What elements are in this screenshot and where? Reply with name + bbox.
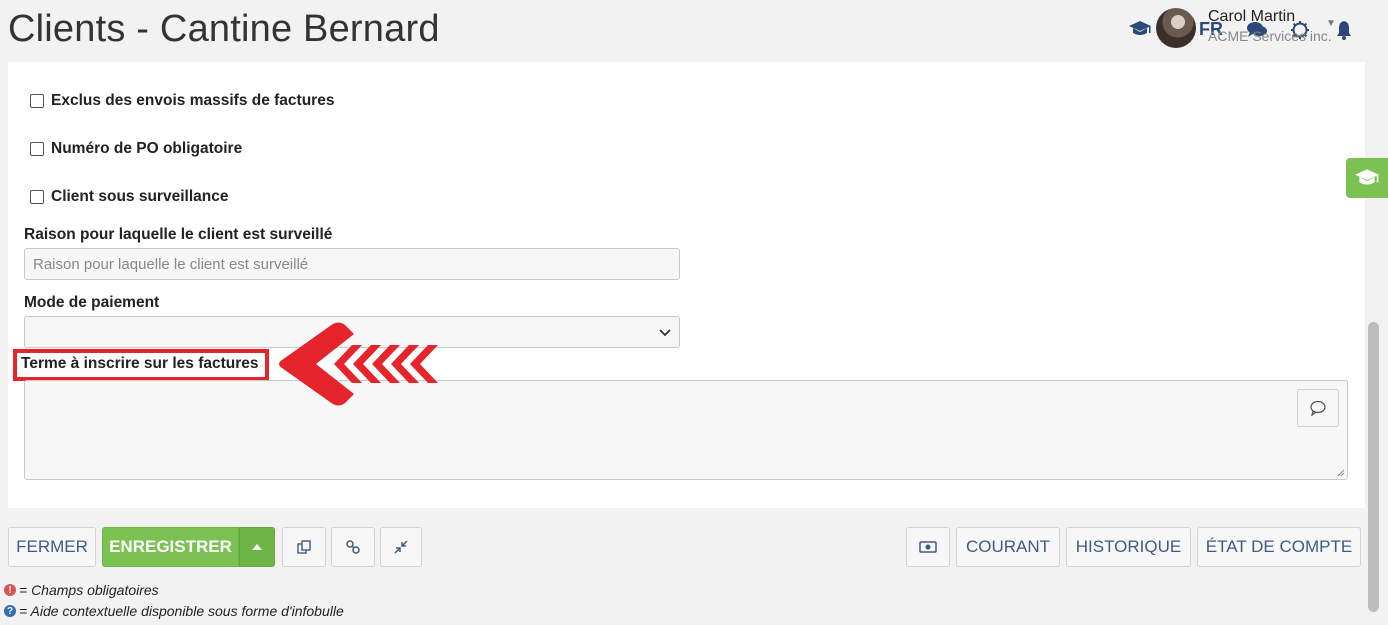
legend-required-text: = Champs obligatoires: [19, 582, 159, 598]
legend-help-text: = Aide contextuelle disponible sous form…: [19, 603, 344, 619]
legend-required: ! = Champs obligatoires: [4, 582, 159, 598]
checkbox[interactable]: [30, 190, 44, 204]
comment-icon: [1310, 400, 1326, 416]
required-icon: !: [4, 584, 16, 596]
link-icon: [346, 540, 360, 554]
checkbox-bulk-exclusion[interactable]: Exclus des envois massifs de factures: [30, 92, 334, 110]
statement-button[interactable]: ÉTAT DE COMPTE: [1197, 527, 1361, 567]
reason-input[interactable]: [24, 248, 680, 280]
form-panel: Exclus des envois massifs de factures Nu…: [8, 62, 1365, 508]
history-button[interactable]: HISTORIQUE: [1066, 527, 1191, 567]
graduation-cap-icon[interactable]: [1128, 20, 1152, 43]
checkbox[interactable]: [30, 142, 44, 156]
chevron-down-icon: [659, 326, 671, 340]
annotation-arrow-icon: [279, 322, 438, 406]
checkbox-po-required[interactable]: Numéro de PO obligatoire: [30, 140, 242, 158]
caret-up-icon: [252, 544, 262, 550]
user-name: Carol Martin: [1208, 8, 1296, 25]
checkbox-label: Numéro de PO obligatoire: [51, 140, 243, 157]
compress-icon: [394, 540, 408, 554]
money-icon: [919, 541, 937, 553]
invoice-term-label: Terme à inscrire sur les factures: [21, 355, 259, 372]
avatar: [1156, 8, 1196, 48]
checkbox-label: Client sous surveillance: [51, 188, 229, 205]
comment-button[interactable]: [1297, 389, 1339, 427]
graduation-cap-icon: [1355, 169, 1379, 185]
compress-button[interactable]: [380, 527, 422, 567]
save-options-button[interactable]: [239, 527, 275, 567]
current-button[interactable]: COURANT: [956, 527, 1060, 567]
copy-icon: [297, 540, 311, 554]
reason-label: Raison pour laquelle le client est surve…: [24, 226, 333, 243]
payment-mode-label: Mode de paiement: [24, 294, 160, 311]
bottom-toolbar: FERMER ENREGISTRER COURANT HISTORIQUE ÉT…: [0, 508, 1388, 625]
page-title: Clients - Cantine Bernard: [8, 8, 440, 50]
close-button[interactable]: FERMER: [8, 527, 96, 567]
link-button[interactable]: [331, 527, 375, 567]
user-menu[interactable]: Carol Martin ACME Services inc. ▼: [1150, 8, 1388, 58]
invoice-term-textarea[interactable]: [24, 380, 1348, 480]
checkbox-under-watch[interactable]: Client sous surveillance: [30, 188, 228, 206]
user-company: ACME Services inc.: [1208, 28, 1332, 44]
resize-grip-icon[interactable]: [1337, 469, 1345, 477]
chevron-down-icon[interactable]: ▼: [1326, 18, 1336, 29]
checkbox-label: Exclus des envois massifs de factures: [51, 92, 335, 109]
highlight-frame: Terme à inscrire sur les factures: [13, 349, 269, 381]
header: Clients - Cantine Bernard FR Carol Marti…: [0, 0, 1388, 62]
money-button[interactable]: [906, 527, 950, 567]
checkbox[interactable]: [30, 94, 44, 108]
save-button[interactable]: ENREGISTRER: [102, 527, 239, 567]
help-icon: ?: [4, 605, 16, 617]
help-tab[interactable]: [1346, 158, 1388, 198]
copy-button[interactable]: [282, 527, 326, 567]
legend-help: ? = Aide contextuelle disponible sous fo…: [4, 603, 344, 619]
